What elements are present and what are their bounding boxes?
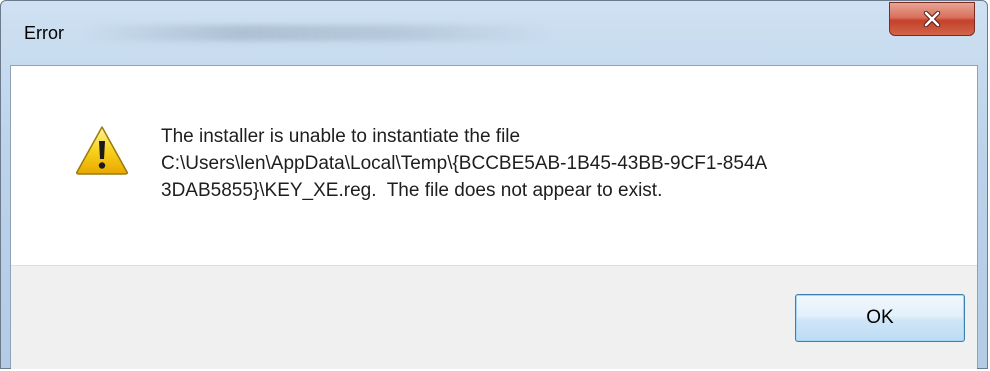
title-bar[interactable]: Error: [1, 1, 987, 65]
error-message: The installer is unable to instantiate t…: [161, 123, 941, 204]
error-dialog: Error The installer is unable to instant…: [0, 0, 988, 369]
blurred-title-region: [83, 25, 553, 41]
message-line: The installer is unable to instantiate t…: [161, 126, 521, 147]
message-line: C:\Users\len\AppData\Local\Temp\{BCCBE5A…: [161, 153, 768, 174]
window-title: Error: [24, 23, 64, 43]
close-button[interactable]: [889, 2, 975, 36]
message-line: 3DAB5855}\KEY_XE.reg. The file does not …: [161, 180, 663, 201]
ok-button[interactable]: OK: [795, 294, 965, 342]
dialog-client-area: The installer is unable to instantiate t…: [10, 65, 978, 369]
warning-icon: [75, 125, 129, 175]
close-icon: [923, 11, 941, 27]
button-bar: OK: [11, 265, 977, 369]
message-panel: The installer is unable to instantiate t…: [11, 66, 977, 265]
